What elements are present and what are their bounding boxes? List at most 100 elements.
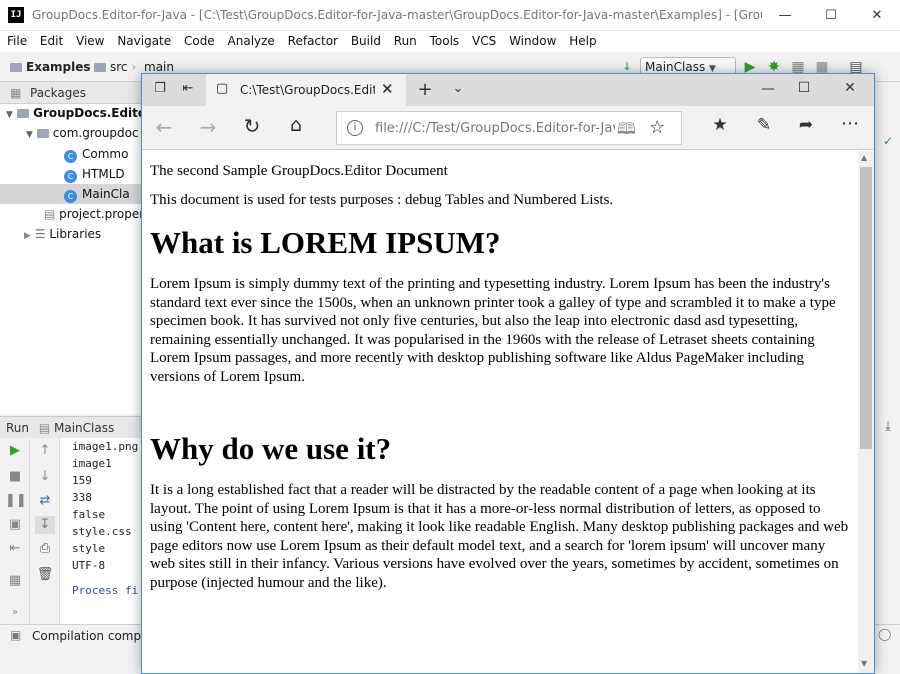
document-description: This document is used for tests purposes… (150, 191, 614, 208)
run-console-output[interactable]: image1.png image1 159 338 false style.cs… (60, 438, 142, 624)
console-line: style.css (72, 525, 132, 538)
web-note-pen-icon[interactable]: ✎ (752, 115, 776, 135)
package-icon (36, 129, 49, 138)
refresh-icon[interactable]: ↻ (240, 114, 264, 138)
address-url: file:///C:/Test/GroupDocs.Editor-for-Jav… (375, 121, 615, 136)
menu-build[interactable]: Build (351, 31, 381, 48)
close-icon[interactable]: ✕ (854, 0, 900, 31)
scroll-down-icon[interactable]: ▼ (861, 659, 867, 668)
menu-navigate[interactable]: Navigate (117, 31, 171, 48)
run-panel-config[interactable]: MainClass (54, 421, 114, 435)
menu-run[interactable]: Run (394, 31, 417, 48)
console-process-line: Process fi (72, 584, 139, 597)
tree-item-class[interactable]: C Commo (0, 144, 142, 164)
layout-icon[interactable]: ▦ (5, 572, 25, 590)
menu-tools[interactable]: Tools (430, 31, 460, 48)
ide-window-title: GroupDocs.Editor-for-Java - [C:\Test\Gro… (32, 8, 762, 22)
breadcrumb-src[interactable]: src › (94, 60, 140, 74)
heading-what-is-lorem: What is LOREM IPSUM? (150, 225, 501, 260)
print-icon[interactable]: ⎙ (35, 540, 55, 558)
tab-close-icon[interactable]: ✕ (381, 80, 394, 98)
console-line: 159 (72, 474, 92, 487)
class-icon: C (64, 190, 77, 203)
tree-item-package[interactable]: ▼ com.groupdoc (0, 124, 142, 144)
menu-edit[interactable]: Edit (40, 31, 63, 48)
browser-tab[interactable]: ▢ C:\Test\GroupDocs.Editor-for-Java-mast… (206, 74, 406, 106)
project-tree: ▼ GroupDocs.Editor ▼ com.groupdoc C Commo… (0, 104, 152, 414)
breadcrumb-examples[interactable]: Examples› (10, 60, 103, 74)
new-tab-icon[interactable]: + (414, 79, 436, 100)
properties-file-icon: ▤ (44, 207, 56, 221)
console-line: style (72, 542, 106, 555)
soft-wrap-icon[interactable]: ⇄ (35, 492, 55, 510)
folder-icon (10, 63, 22, 72)
ide-right-gutter: ✓ ⤓ (874, 82, 900, 624)
notifications-icon[interactable]: ◯ (878, 627, 891, 641)
maximize-icon[interactable]: ☐ (794, 80, 814, 96)
trash-icon[interactable]: 🗑 (35, 566, 55, 584)
breadcrumb-main[interactable]: main (144, 60, 174, 74)
console-line: false (72, 508, 106, 521)
packages-icon: ▦ (10, 86, 22, 100)
download-icon[interactable]: ⤓ (878, 418, 898, 436)
project-panel-header[interactable]: ▦ Packages (0, 82, 142, 104)
forward-icon[interactable]: → (196, 115, 220, 139)
browser-tab-bar: ❐ ⇤ ▢ C:\Test\GroupDocs.Editor-for-Java-… (142, 74, 874, 106)
tree-item-libraries[interactable]: ▶ ☰ Libraries (0, 224, 142, 244)
menu-vcs[interactable]: VCS (472, 31, 496, 48)
up-arrow-icon[interactable]: ↑ (35, 442, 55, 460)
heading-why-use-it: Why do we use it? (150, 431, 392, 466)
set-tabs-aside-icon[interactable]: ⇤ (178, 81, 198, 96)
tree-item-main-class[interactable]: C MainCla (0, 184, 142, 204)
minimize-icon[interactable]: — (762, 0, 808, 31)
menu-refactor[interactable]: Refactor (288, 31, 338, 48)
menu-code[interactable]: Code (184, 31, 215, 48)
address-bar[interactable]: i file:///C:/Test/GroupDocs.Editor-for-J… (336, 111, 682, 145)
scrollbar-thumb[interactable] (860, 167, 872, 449)
console-line: UTF-8 (72, 559, 106, 572)
more-options-icon[interactable]: ⋯ (838, 113, 862, 134)
tabs-aside-icon[interactable]: ❐ (150, 81, 170, 96)
tree-item-properties[interactable]: ▤ project.propert (0, 204, 149, 224)
menu-window[interactable]: Window (509, 31, 556, 48)
folder-icon (94, 63, 106, 72)
scroll-to-end-icon[interactable]: ↧ (35, 516, 55, 534)
tree-item-class[interactable]: C HTMLD (0, 164, 142, 184)
console-line: image1.png (72, 440, 139, 453)
console-line: image1 (72, 457, 112, 470)
status-toggle-icon[interactable]: ▣ (10, 628, 21, 642)
dump-threads-icon[interactable]: ▣ (5, 516, 25, 534)
share-icon[interactable]: ➦ (794, 115, 818, 135)
home-icon[interactable]: ⌂ (284, 114, 308, 136)
menu-help[interactable]: Help (569, 31, 596, 48)
reading-view-icon[interactable]: 🕮 (617, 118, 636, 145)
tab-title: C:\Test\GroupDocs.Editor-for-Java-master… (240, 83, 375, 97)
paragraph-why: It is a long established fact that a rea… (150, 482, 849, 591)
info-icon: i (347, 120, 363, 136)
rerun-icon[interactable]: ▶ (5, 442, 25, 460)
page-scrollbar[interactable]: ▲ ▼ (858, 151, 874, 673)
tab-preview-chevron-icon[interactable]: ⌄ (448, 81, 468, 96)
down-arrow-icon[interactable]: ↓ (35, 468, 55, 486)
maximize-icon[interactable]: ☐ (808, 0, 854, 31)
checkmark-icon: ✓ (882, 134, 894, 148)
pause-icon[interactable]: ❚❚ (5, 492, 27, 510)
close-icon[interactable]: ✕ (840, 80, 860, 96)
exit-icon[interactable]: ⇤ (5, 540, 25, 558)
ide-menu-bar: File Edit View Navigate Code Analyze Ref… (0, 31, 900, 52)
favorite-star-icon[interactable]: ☆ (649, 117, 665, 138)
run-toolbar-primary: ▶ ■ ❚❚ ▣ ⇤ ▦ » (0, 438, 30, 624)
menu-file[interactable]: File (7, 31, 27, 48)
scroll-up-icon[interactable]: ▲ (861, 153, 867, 162)
favorites-hub-icon[interactable]: ★ (708, 115, 732, 135)
menu-view[interactable]: View (76, 31, 104, 48)
tree-item-project-root[interactable]: ▼ GroupDocs.Editor (0, 104, 152, 124)
stop-icon[interactable]: ■ (5, 468, 25, 486)
run-panel-header: Run ▤ MainClass (0, 416, 142, 438)
back-icon[interactable]: ← (152, 115, 176, 139)
minimize-icon[interactable]: — (758, 81, 778, 97)
menu-analyze[interactable]: Analyze (228, 31, 275, 48)
console-line: 338 (72, 491, 92, 504)
more-icon[interactable]: » (5, 604, 25, 622)
ide-title-bar: IJ GroupDocs.Editor-for-Java - [C:\Test\… (0, 0, 900, 31)
